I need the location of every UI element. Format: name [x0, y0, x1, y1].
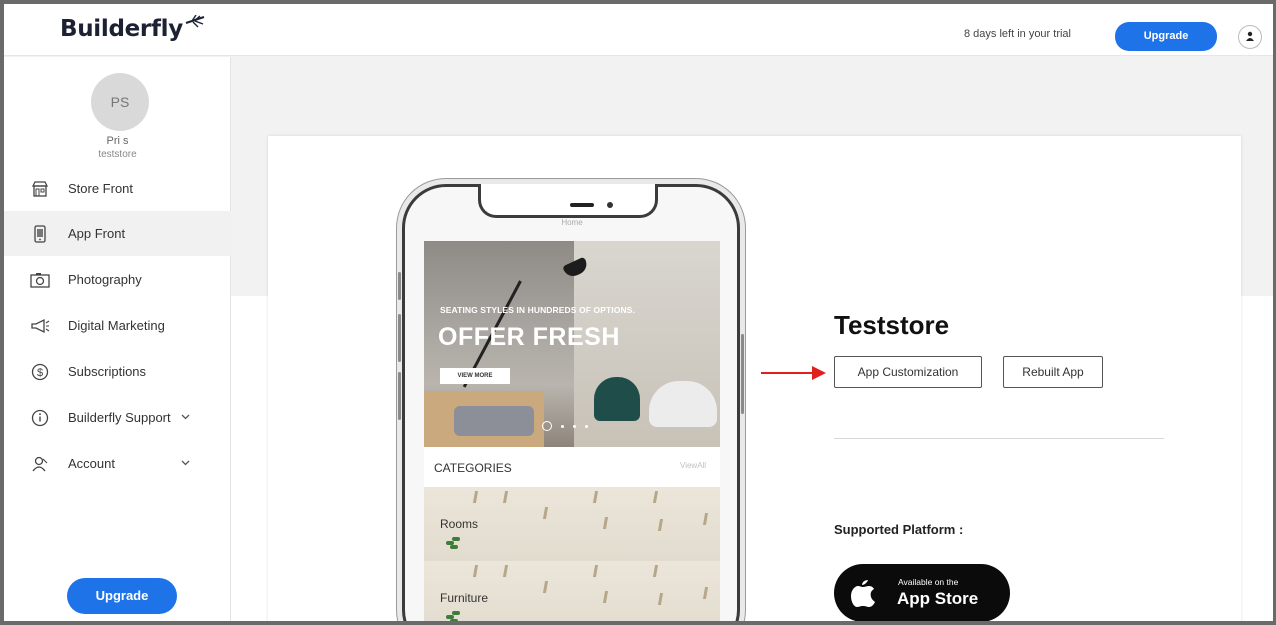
phone-camera [607, 202, 613, 208]
header-upgrade-button[interactable]: Upgrade [1115, 22, 1217, 51]
sidebar-item-label: Builderfly Support [68, 410, 171, 425]
phone-categories-header: CATEGORIES ViewAll [424, 447, 720, 487]
dragonfly-icon [184, 12, 206, 36]
carousel-dot[interactable] [561, 424, 564, 428]
app-customization-button[interactable]: App Customization [834, 356, 982, 388]
hero-view-more-button[interactable]: VIEW MORE [440, 368, 510, 384]
app-window: Builderfly 8 days left in your trial Upg… [0, 0, 1276, 625]
mobile-app-icon [29, 223, 51, 245]
categories-title: CATEGORIES [434, 461, 512, 475]
builderfly-logo[interactable]: Builderfly [60, 14, 206, 42]
app-store-badge[interactable]: Available on the App Store [834, 564, 1010, 621]
category-tile-rooms[interactable]: Rooms [424, 487, 720, 561]
section-divider [834, 438, 1164, 439]
phone-volume-button [398, 272, 401, 300]
phone-volume-button [398, 314, 401, 362]
hero-image-chair [649, 381, 717, 427]
phone-notch [478, 184, 658, 218]
sidebar-item-label: Account [68, 456, 115, 471]
annotation-arrow-head [812, 366, 826, 380]
profile-store: teststore [98, 149, 137, 160]
store-title: Teststore [834, 310, 950, 340]
user-icon [1245, 30, 1255, 44]
svg-text:$: $ [37, 367, 43, 379]
camera-icon [29, 269, 51, 291]
sidebar: PS Pri s teststore Store Front App Front… [4, 57, 231, 621]
hero-title: OFFER FRESH [438, 323, 620, 351]
plant-icon [444, 535, 462, 555]
sidebar-item-label: Digital Marketing [68, 318, 165, 333]
sidebar-item-app-front[interactable]: App Front [4, 211, 231, 256]
sidebar-item-builderfly-support[interactable]: Builderfly Support [4, 395, 231, 440]
sidebar-item-digital-marketing[interactable]: Digital Marketing [4, 303, 231, 348]
hero-tagline: SEATING STYLES IN HUNDREDS OF OPTIONS. [440, 305, 635, 315]
logo-text: Builderfly [60, 16, 183, 42]
category-label: Furniture [440, 591, 489, 605]
hero-image-sofa [454, 406, 534, 436]
profile-name: Pri s [106, 135, 129, 147]
carousel-dot[interactable] [573, 424, 576, 428]
storefront-icon [29, 178, 51, 200]
carousel-dot-active[interactable] [542, 421, 552, 431]
phone-speaker [570, 203, 594, 207]
categories-view-all-link[interactable]: ViewAll [680, 461, 706, 470]
sidebar-item-subscriptions[interactable]: $ Subscriptions [4, 349, 231, 394]
sidebar-item-label: App Front [68, 226, 126, 241]
plant-icon [444, 609, 462, 621]
account-icon [29, 453, 51, 475]
megaphone-icon [29, 315, 51, 337]
supported-platform-label: Supported Platform : [834, 522, 964, 537]
sidebar-item-account[interactable]: Account [4, 441, 231, 486]
top-header: Builderfly 8 days left in your trial Upg… [4, 4, 1273, 56]
chevron-down-icon[interactable] [181, 458, 190, 469]
user-menu-button[interactable] [1238, 25, 1262, 49]
hero-image-chair [594, 377, 640, 421]
sidebar-upgrade-button[interactable]: Upgrade [67, 578, 177, 614]
sidebar-item-label: Subscriptions [68, 364, 147, 379]
phone-hero-banner[interactable]: SEATING STYLES IN HUNDREDS OF OPTIONS. O… [424, 241, 720, 447]
info-circle-icon [29, 407, 51, 429]
carousel-dots[interactable] [542, 421, 588, 431]
category-tile-furniture[interactable]: Furniture [424, 561, 720, 621]
avatar[interactable]: PS [91, 73, 149, 131]
category-label: Rooms [440, 517, 479, 531]
trial-status-text: 8 days left in your trial [964, 28, 1071, 40]
carousel-dot[interactable] [585, 424, 588, 428]
phone-power-button [741, 334, 744, 414]
sidebar-item-label: Store Front [68, 181, 134, 196]
app-store-title: App Store [897, 589, 979, 608]
sidebar-item-label: Photography [68, 272, 142, 287]
phone-volume-button [398, 372, 401, 420]
app-store-caption: Available on the [898, 577, 959, 587]
chevron-down-icon[interactable] [181, 412, 190, 423]
dollar-circle-icon: $ [29, 361, 51, 383]
sidebar-item-store-front[interactable]: Store Front [4, 166, 231, 211]
phone-home-label: Home [561, 218, 583, 227]
apple-icon [850, 578, 876, 608]
sidebar-item-photography[interactable]: Photography [4, 257, 231, 302]
rebuilt-app-button[interactable]: Rebuilt App [1003, 356, 1103, 388]
